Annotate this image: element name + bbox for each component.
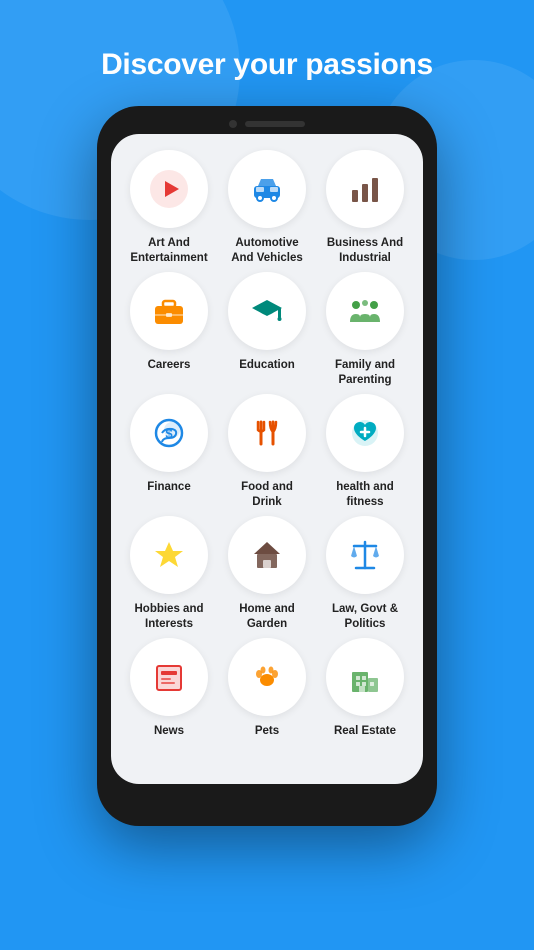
category-label-education: Education	[235, 358, 299, 373]
category-item-business[interactable]: Business And Industrial	[319, 150, 411, 266]
category-icon-wrap-business	[326, 150, 404, 228]
category-label-health: health and fitness	[319, 480, 411, 510]
category-label-automotive: Automotive And Vehicles	[221, 236, 313, 266]
category-icon-wrap-education	[228, 272, 306, 350]
category-icon-wrap-automotive	[228, 150, 306, 228]
category-label-art-entertainment: Art And Entertainment	[123, 236, 215, 266]
category-item-hobbies[interactable]: Hobbies and Interests	[123, 516, 215, 632]
phone-speaker	[245, 121, 305, 127]
category-icon-wrap-food	[228, 394, 306, 472]
category-item-news[interactable]: News	[123, 638, 215, 739]
category-item-law[interactable]: Law, Govt & Politics	[319, 516, 411, 632]
category-label-realestate: Real Estate	[330, 724, 400, 739]
category-icon-wrap-careers	[130, 272, 208, 350]
category-item-careers[interactable]: Careers	[123, 272, 215, 388]
category-icon-wrap-realestate	[326, 638, 404, 716]
category-icon-wrap-health	[326, 394, 404, 472]
phone-notch	[111, 120, 423, 128]
category-item-finance[interactable]: $ Finance	[123, 394, 215, 510]
category-label-food: Food and Drink	[221, 480, 313, 510]
category-icon-wrap-art-entertainment	[130, 150, 208, 228]
category-item-art-entertainment[interactable]: Art And Entertainment	[123, 150, 215, 266]
category-item-realestate[interactable]: Real Estate	[319, 638, 411, 739]
category-label-news: News	[150, 724, 188, 739]
phone-frame: Art And Entertainment Automotive And Veh…	[97, 106, 437, 826]
phone-wrapper: Art And Entertainment Automotive And Veh…	[0, 106, 534, 826]
category-item-family[interactable]: Family and Parenting	[319, 272, 411, 388]
category-icon-wrap-finance: $	[130, 394, 208, 472]
category-icon-wrap-pets	[228, 638, 306, 716]
category-item-education[interactable]: Education	[221, 272, 313, 388]
category-item-home[interactable]: Home and Garden	[221, 516, 313, 632]
page-title: Discover your passions	[20, 48, 514, 82]
category-icon-wrap-news	[130, 638, 208, 716]
categories-grid: Art And Entertainment Automotive And Veh…	[111, 134, 423, 754]
category-label-family: Family and Parenting	[319, 358, 411, 388]
category-item-food[interactable]: Food and Drink	[221, 394, 313, 510]
category-label-home: Home and Garden	[221, 602, 313, 632]
category-label-hobbies: Hobbies and Interests	[123, 602, 215, 632]
category-label-law: Law, Govt & Politics	[319, 602, 411, 632]
category-item-pets[interactable]: Pets	[221, 638, 313, 739]
category-label-finance: Finance	[143, 480, 194, 495]
category-label-business: Business And Industrial	[319, 236, 411, 266]
phone-screen: Art And Entertainment Automotive And Veh…	[111, 134, 423, 784]
category-icon-wrap-law	[326, 516, 404, 594]
category-icon-wrap-family	[326, 272, 404, 350]
category-item-automotive[interactable]: Automotive And Vehicles	[221, 150, 313, 266]
category-item-health[interactable]: health and fitness	[319, 394, 411, 510]
category-icon-wrap-home	[228, 516, 306, 594]
category-icon-wrap-hobbies	[130, 516, 208, 594]
header: Discover your passions	[0, 0, 534, 106]
phone-camera	[229, 120, 237, 128]
category-label-careers: Careers	[144, 358, 195, 373]
category-label-pets: Pets	[251, 724, 283, 739]
